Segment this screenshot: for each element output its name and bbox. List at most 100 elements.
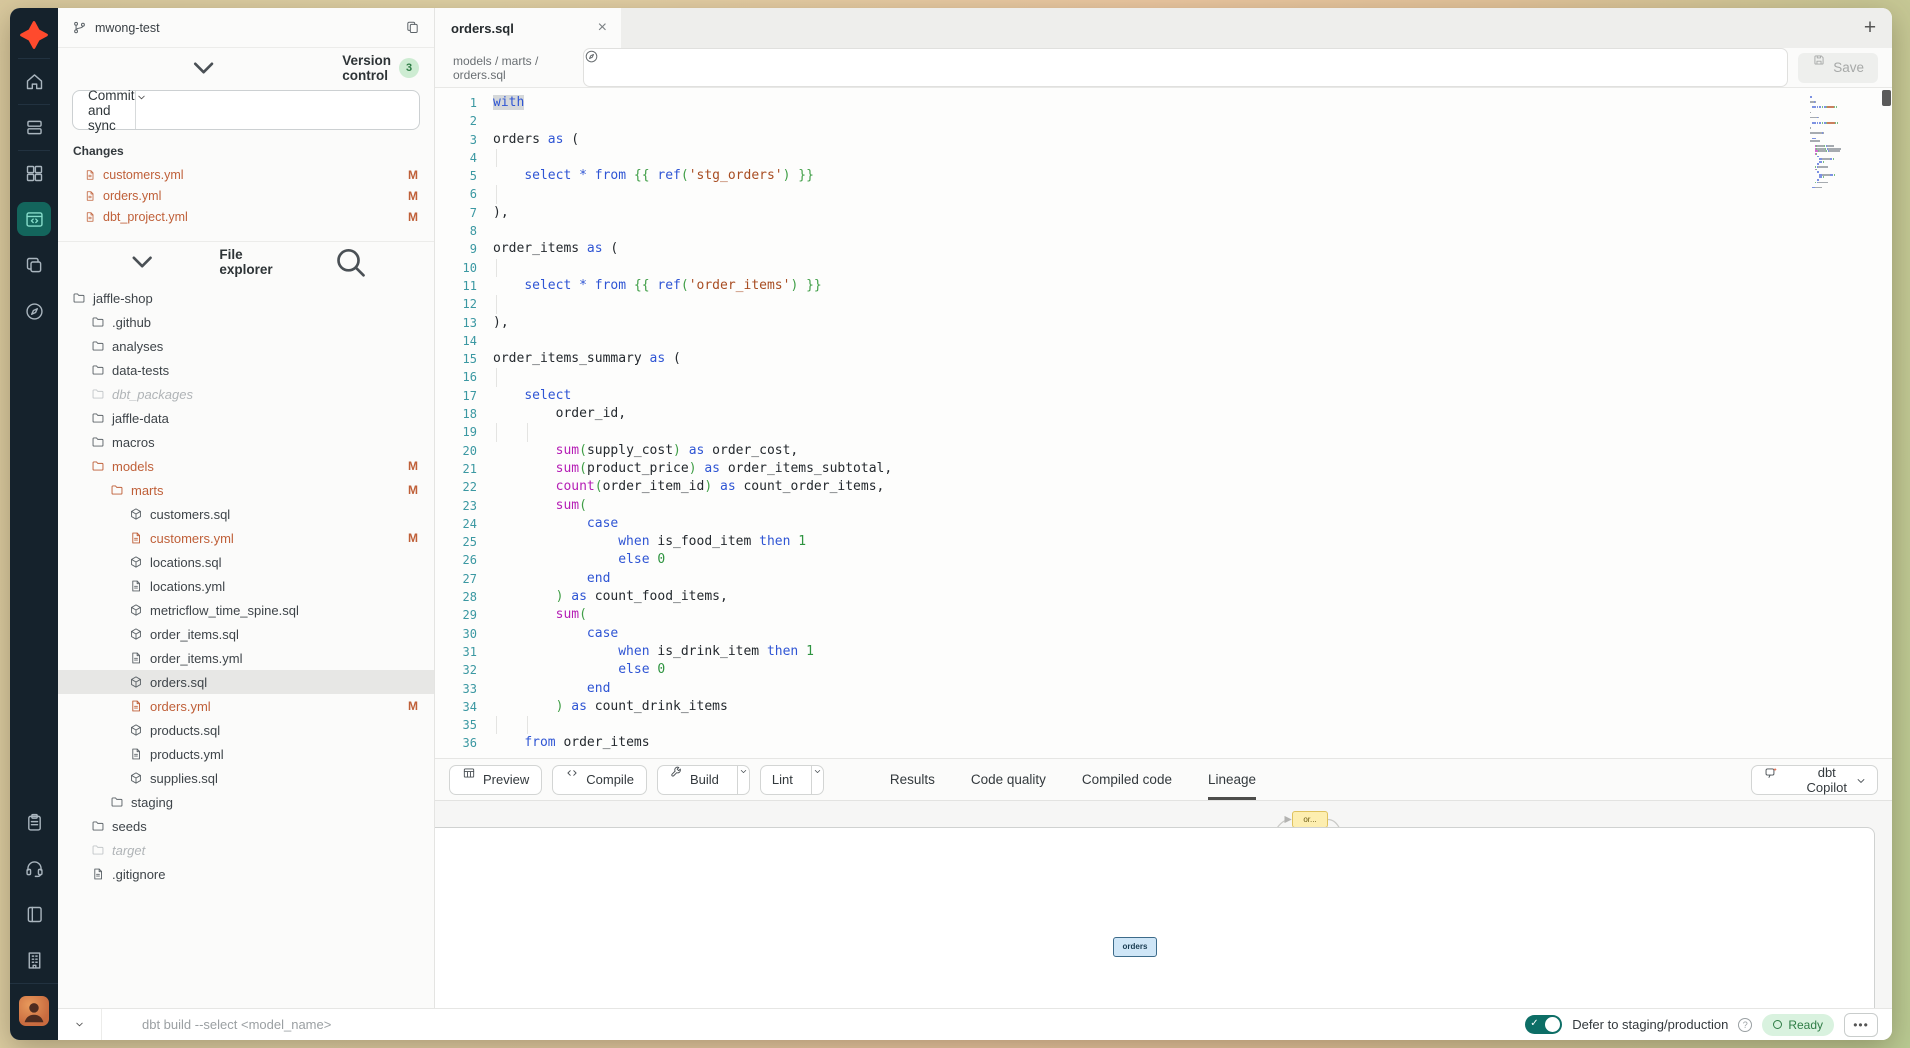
tree-item-target[interactable]: target	[58, 838, 434, 862]
scrollbar-thumb[interactable]	[1882, 90, 1891, 106]
result-tabs: Results Code quality Compiled code Lineage	[890, 759, 1256, 800]
save-button[interactable]: Save	[1798, 53, 1878, 83]
tree-item-locations-yml[interactable]: locations.yml	[58, 574, 434, 598]
tree-item-analyses[interactable]: analyses	[58, 334, 434, 358]
cube-icon	[129, 555, 143, 569]
nav-item-tasks[interactable]	[10, 799, 58, 845]
expand-command-bar-button[interactable]	[58, 1009, 102, 1040]
tab-orders-sql[interactable]: orders.sql ×	[435, 8, 621, 48]
tree-item-orders-yml[interactable]: orders.ymlM	[58, 694, 434, 718]
lint-options-dropdown[interactable]	[811, 766, 823, 794]
dbt-copilot-button[interactable]: dbt Copilot	[1751, 765, 1878, 795]
tree-item-staging[interactable]: staging	[58, 790, 434, 814]
commit-options-dropdown[interactable]	[135, 91, 419, 129]
changes-label: Changes	[58, 142, 434, 164]
tree-item-macros[interactable]: macros	[58, 430, 434, 454]
pages-icon[interactable]	[405, 20, 420, 35]
close-icon[interactable]: ×	[598, 20, 607, 36]
tree-item--gitignore[interactable]: .gitignore	[58, 862, 434, 886]
folder-icon	[91, 435, 105, 449]
defer-toggle[interactable]: ✓	[1525, 1015, 1562, 1034]
search-icon[interactable]	[281, 242, 419, 282]
tree-item-marts[interactable]: martsM	[58, 478, 434, 502]
tree-item-supplies-sql[interactable]: supplies.sql	[58, 766, 434, 790]
tree-item-metricflow-time-spine-sql[interactable]: metricflow_time_spine.sql	[58, 598, 434, 622]
tree-item-jaffle-shop[interactable]: jaffle-shop	[58, 286, 434, 310]
tree-item-order-items-yml[interactable]: order_items.yml	[58, 646, 434, 670]
code-line: 29 sum(	[435, 606, 1892, 624]
tree-item-locations-sql[interactable]: locations.sql	[58, 550, 434, 574]
lineage-node-y1[interactable]: or...	[1292, 811, 1328, 828]
help-icon[interactable]: ?	[1738, 1018, 1752, 1032]
nav-item-support[interactable]	[10, 845, 58, 891]
tree-item-order-items-sql[interactable]: order_items.sql	[58, 622, 434, 646]
nav-item-home[interactable]	[10, 58, 58, 104]
project-selector[interactable]: mwong-test	[58, 8, 434, 48]
tree-item-orders-sql[interactable]: orders.sql	[58, 670, 434, 694]
line-number: 12	[435, 295, 493, 313]
nav-item-dashboard[interactable]	[10, 150, 58, 196]
tab-lineage[interactable]: Lineage	[1208, 759, 1256, 800]
build-button[interactable]: Build	[658, 766, 730, 794]
tab-code-quality[interactable]: Code quality	[971, 759, 1046, 800]
code-icon	[565, 766, 579, 794]
tree-item-data-tests[interactable]: data-tests	[58, 358, 434, 382]
compile-button[interactable]: Compile	[552, 765, 647, 795]
new-tab-button[interactable]: +	[1848, 8, 1892, 48]
tree-item--github[interactable]: .github	[58, 310, 434, 334]
book-icon	[24, 904, 45, 925]
tab-results[interactable]: Results	[890, 759, 935, 800]
compile-label: Compile	[586, 772, 634, 787]
nav-item-docs[interactable]	[10, 891, 58, 937]
version-control-header[interactable]: Version control 3	[58, 48, 434, 88]
tree-item-products-sql[interactable]: products.sql	[58, 718, 434, 742]
tree-item-label: supplies.sql	[150, 771, 218, 786]
home-icon	[24, 71, 45, 92]
scrollbar[interactable]	[1881, 88, 1892, 758]
code-editor[interactable]: 1with23orders as (45 select * from {{ re…	[435, 88, 1892, 758]
file-explorer-header[interactable]: File explorer	[58, 242, 434, 282]
code-line: 23 sum(	[435, 497, 1892, 515]
user-avatar[interactable]	[19, 996, 49, 1026]
line-number: 10	[435, 259, 493, 277]
tree-item-customers-sql[interactable]: customers.sql	[58, 502, 434, 526]
change-item[interactable]: customers.ymlM	[58, 164, 434, 185]
cube-icon	[129, 771, 143, 785]
more-options-button[interactable]: •••	[1844, 1013, 1878, 1037]
tree-item-models[interactable]: modelsM	[58, 454, 434, 478]
nav-item-windows[interactable]	[10, 242, 58, 288]
line-number: 5	[435, 167, 493, 185]
tree-item-seeds[interactable]: seeds	[58, 814, 434, 838]
tree-item-products-yml[interactable]: products.yml	[58, 742, 434, 766]
line-number: 9	[435, 240, 493, 258]
code-line: 28 ) as count_food_items,	[435, 588, 1892, 606]
line-number: 18	[435, 405, 493, 423]
lineage-node-orders[interactable]: orders	[1113, 937, 1157, 957]
preview-button[interactable]: Preview	[449, 765, 542, 795]
nav-item-develop[interactable]	[10, 196, 58, 242]
tree-item-dbt-packages[interactable]: dbt_packages	[58, 382, 434, 406]
line-number: 19	[435, 423, 493, 441]
build-options-dropdown[interactable]	[737, 766, 749, 794]
nav-item-orchestration[interactable]	[10, 288, 58, 334]
code-line: 2	[435, 112, 1892, 130]
change-item[interactable]: orders.ymlM	[58, 185, 434, 206]
refresh-button[interactable]	[435, 827, 1875, 1008]
change-item[interactable]: dbt_project.ymlM	[58, 206, 434, 227]
tree-item-label: products.sql	[150, 723, 220, 738]
tree-item-jaffle-data[interactable]: jaffle-data	[58, 406, 434, 430]
command-bar: dbt build --select <model_name> ✓ Defer …	[58, 1008, 1892, 1040]
codewin-icon	[17, 202, 51, 236]
tab-compiled-code[interactable]: Compiled code	[1082, 759, 1172, 800]
lineage-panel[interactable]: ecom...stg_o...stg_...stg_...stg_...orde…	[435, 800, 1892, 1008]
minimap[interactable]	[1810, 96, 1876, 189]
nav-item-organization[interactable]	[10, 937, 58, 983]
docs-compass-button[interactable]	[583, 48, 1789, 87]
commit-and-sync-button[interactable]: Commit and sync	[72, 90, 420, 130]
dbt-logo[interactable]	[17, 18, 51, 52]
command-input[interactable]: dbt build --select <model_name>	[102, 1017, 1525, 1032]
tree-item-customers-yml[interactable]: customers.ymlM	[58, 526, 434, 550]
nav-item-environments[interactable]	[10, 104, 58, 150]
lint-button[interactable]: Lint	[761, 766, 804, 794]
nav-rail	[10, 8, 58, 1040]
